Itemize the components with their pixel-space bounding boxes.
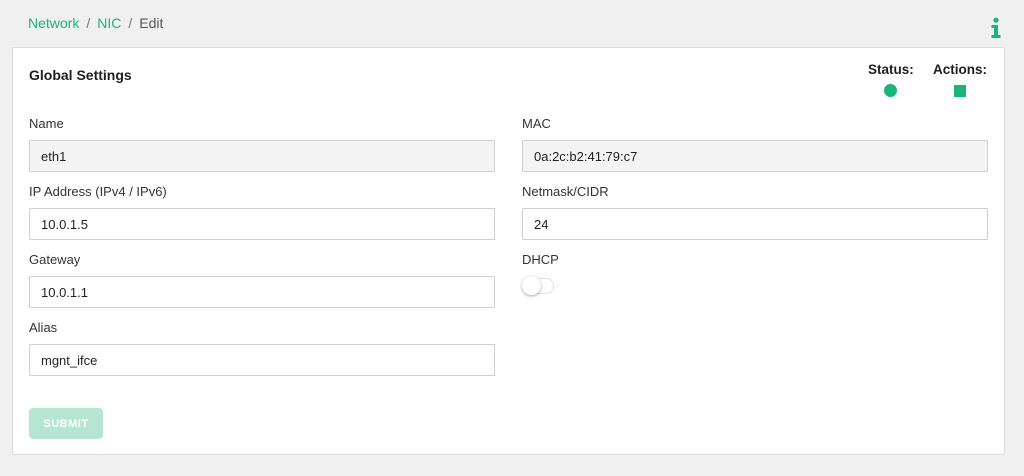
dhcp-toggle-knob — [522, 276, 541, 295]
dhcp-label: DHCP — [522, 252, 559, 267]
mac-field[interactable] — [522, 140, 988, 172]
breadcrumb: Network / NIC / Edit — [28, 15, 163, 31]
status-block: Status: — [868, 62, 914, 97]
dhcp-toggle[interactable] — [522, 276, 555, 296]
netmask-label: Netmask/CIDR — [522, 184, 609, 199]
gateway-label: Gateway — [29, 252, 81, 267]
gateway-field[interactable] — [29, 276, 495, 308]
info-icon[interactable] — [989, 17, 1003, 39]
alias-label: Alias — [29, 320, 58, 335]
actions-block: Actions: — [933, 62, 987, 97]
netmask-field[interactable] — [522, 208, 988, 240]
breadcrumb-network-link[interactable]: Network — [28, 15, 79, 31]
stop-square-icon[interactable] — [954, 85, 966, 97]
name-field[interactable] — [29, 140, 495, 172]
submit-button[interactable]: SUBMIT — [29, 408, 103, 439]
status-label: Status: — [868, 62, 914, 77]
alias-field[interactable] — [29, 344, 495, 376]
breadcrumb-nic-link[interactable]: NIC — [97, 15, 121, 31]
card-title: Global Settings — [29, 67, 132, 83]
breadcrumb-current: Edit — [139, 15, 164, 31]
ip-address-field[interactable] — [29, 208, 495, 240]
breadcrumb-separator: / — [86, 15, 91, 31]
actions-label: Actions: — [933, 62, 987, 77]
mac-label: MAC — [522, 116, 551, 131]
name-label: Name — [29, 116, 64, 131]
global-settings-card: Global Settings Status: Actions: Name MA… — [12, 47, 1005, 455]
status-dot-icon — [883, 84, 897, 97]
breadcrumb-separator: / — [128, 15, 133, 31]
ip-address-label: IP Address (IPv4 / IPv6) — [29, 184, 167, 199]
